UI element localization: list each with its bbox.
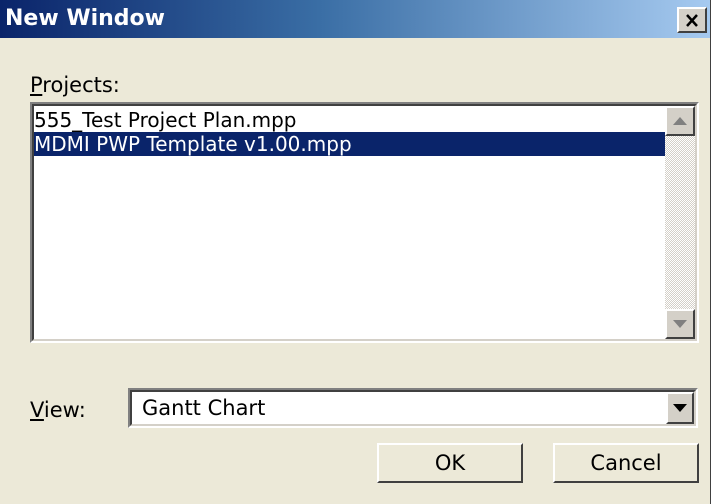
projects-label: Projects: [30, 73, 120, 97]
cancel-button[interactable]: Cancel [553, 443, 699, 483]
ok-button[interactable]: OK [377, 443, 523, 483]
view-select-value: Gantt Chart [142, 396, 266, 420]
projects-listbox[interactable]: 555_Test Project Plan.mpp MDMI PWP Templ… [30, 102, 699, 343]
scroll-down-button[interactable] [665, 309, 695, 339]
scroll-down-arrow-icon [673, 315, 687, 333]
close-button[interactable] [677, 7, 707, 33]
project-item-1[interactable]: 555_Test Project Plan.mpp [34, 108, 669, 132]
title-bar[interactable]: New Window [0, 0, 711, 38]
new-window-dialog: New Window Projects: 555_Test Project Pl… [0, 0, 711, 504]
chevron-down-icon [673, 399, 687, 417]
close-icon [685, 13, 699, 27]
view-select[interactable]: Gantt Chart [128, 388, 698, 428]
window-title: New Window [5, 6, 165, 31]
view-label: View: [30, 398, 86, 422]
projects-scrollbar[interactable] [665, 106, 695, 339]
scroll-up-arrow-icon [673, 112, 687, 130]
scroll-up-button[interactable] [665, 106, 695, 136]
project-item-2[interactable]: MDMI PWP Template v1.00.mpp [34, 132, 669, 156]
view-dropdown-button[interactable] [666, 392, 694, 424]
